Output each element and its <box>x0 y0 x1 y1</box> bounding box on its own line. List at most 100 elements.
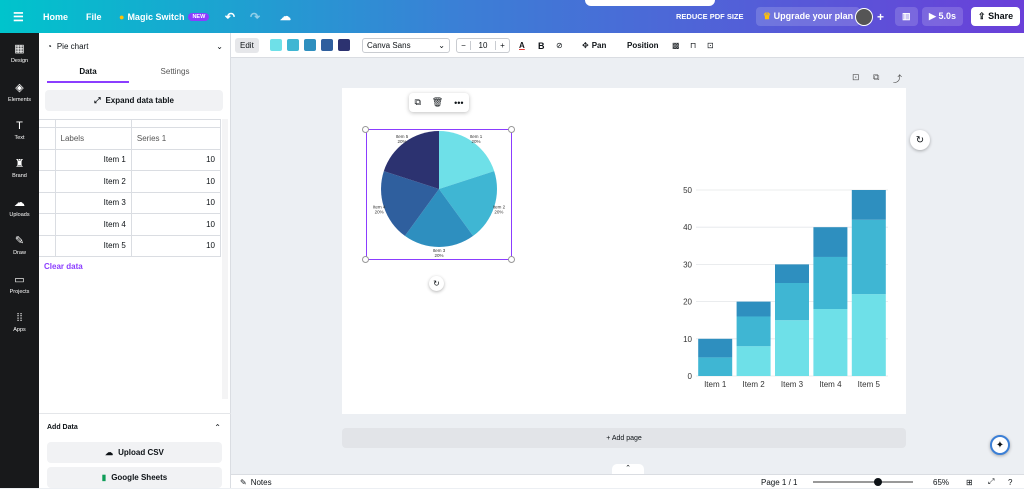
position-button[interactable]: Position <box>627 38 659 53</box>
copy-icon[interactable]: ⧉ <box>414 97 420 108</box>
refresh-icon[interactable]: ↻ <box>910 130 930 150</box>
table-scrollbar[interactable] <box>222 119 228 399</box>
bar-segment[interactable] <box>851 219 886 295</box>
trash-icon[interactable]: 🗑 <box>432 97 443 108</box>
table-cell[interactable]: 10 <box>130 170 222 193</box>
bar-segment[interactable] <box>813 256 848 310</box>
table-cell[interactable]: 10 <box>130 148 222 171</box>
table-cell[interactable]: Item 2 <box>54 170 132 193</box>
page-indicator[interactable]: Page 1 / 1 <box>761 475 797 489</box>
bar-segment[interactable] <box>775 320 809 376</box>
fullscreen-icon[interactable]: ⤢ <box>988 475 994 489</box>
tab-data[interactable]: Data <box>47 67 129 83</box>
bar-segment[interactable] <box>736 346 771 376</box>
analytics-icon[interactable]: ▥ <box>895 7 918 26</box>
chart-type-select[interactable]: ◔ Pie chart ⌄ <box>47 39 223 53</box>
bar-segment[interactable] <box>813 309 848 376</box>
home-button[interactable]: Home <box>43 0 68 33</box>
color-swatch-2[interactable] <box>287 39 299 51</box>
increase-font-icon[interactable]: + <box>495 41 509 50</box>
grid-view-icon[interactable]: ⊞ <box>966 475 973 489</box>
column-header-series[interactable]: Series 1 <box>130 127 222 150</box>
bar-segment[interactable] <box>813 227 848 257</box>
table-cell[interactable]: Item 5 <box>54 234 132 257</box>
clear-data-link[interactable]: Clear data <box>44 262 83 271</box>
bar-segment[interactable] <box>775 283 809 321</box>
file-menu[interactable]: File <box>86 0 102 33</box>
zoom-level[interactable]: 65% <box>933 475 949 489</box>
rail-apps[interactable]: ⁞⁞ Apps <box>0 312 39 333</box>
expand-table-button[interactable]: ⤢ Expand data table <box>45 90 223 111</box>
lock-icon[interactable]: ⊡ <box>707 38 714 53</box>
table-cell[interactable]: Item 1 <box>54 148 132 171</box>
chevron-up-icon[interactable]: ⌃ <box>612 464 644 474</box>
magic-switch-button[interactable]: ● Magic Switch NEW <box>119 0 210 33</box>
table-cell[interactable]: 10 <box>130 191 222 214</box>
selection-box[interactable] <box>366 129 512 260</box>
rail-text[interactable]: T Text <box>0 120 39 141</box>
rail-design[interactable]: ▦ Design <box>0 43 39 64</box>
reduce-pdf-button[interactable]: REDUCE PDF SIZE <box>676 0 744 33</box>
font-size-value[interactable]: 10 <box>471 41 495 50</box>
bar-segment[interactable] <box>851 294 886 376</box>
notes-button[interactable]: ✎ Notes <box>240 475 272 489</box>
redo-icon[interactable]: ↷ <box>250 0 260 33</box>
resize-handle[interactable] <box>362 126 369 133</box>
rail-uploads[interactable]: ☁ Uploads <box>0 197 39 218</box>
upload-csv-button[interactable]: ☁ Upload CSV <box>47 442 222 463</box>
paint-format-icon[interactable]: ⊓ <box>690 38 696 53</box>
rail-brand[interactable]: ♜ Brand <box>0 158 39 179</box>
bar-segment[interactable] <box>775 264 809 283</box>
rail-projects[interactable]: ▭ Projects <box>0 274 39 295</box>
chevron-up-icon[interactable]: ⌃ <box>214 423 221 432</box>
pan-button[interactable]: ✥ Pan <box>582 38 606 53</box>
bar-segment[interactable] <box>736 316 771 347</box>
table-cell[interactable] <box>54 119 132 128</box>
add-page-button[interactable]: + Add page <box>342 428 906 448</box>
eyedropper-icon[interactable]: ⊘ <box>556 38 563 53</box>
present-button[interactable]: ▶ 5.0s <box>922 7 963 26</box>
color-swatch-4[interactable] <box>321 39 333 51</box>
color-swatch-3[interactable] <box>304 39 316 51</box>
rotate-icon[interactable]: ↻ <box>429 276 444 291</box>
google-sheets-button[interactable]: ▮ Google Sheets <box>47 467 222 488</box>
bar-segment[interactable] <box>698 357 733 376</box>
upgrade-button[interactable]: ♛ Upgrade your plan <box>756 7 861 26</box>
bold-icon[interactable]: B <box>538 38 545 53</box>
decrease-font-icon[interactable]: − <box>457 41 471 50</box>
bar-segment[interactable] <box>851 190 886 220</box>
duplicate-page-icon[interactable]: ⧉ <box>873 72 879 83</box>
table-cell[interactable] <box>130 119 222 128</box>
font-select[interactable]: Canva Sans ⌄ <box>362 38 450 53</box>
bar-segment[interactable] <box>736 301 771 317</box>
resize-handle[interactable] <box>508 256 515 263</box>
resize-handle[interactable] <box>508 126 515 133</box>
table-cell[interactable]: 10 <box>130 234 222 257</box>
edit-button[interactable]: Edit <box>235 38 259 53</box>
text-color-icon[interactable]: A <box>519 38 525 53</box>
zoom-slider-knob[interactable] <box>874 478 882 486</box>
avatar[interactable] <box>855 7 873 26</box>
add-page-icon[interactable]: ⤴ <box>893 72 902 85</box>
undo-icon[interactable]: ↶ <box>225 0 235 33</box>
color-swatch-1[interactable] <box>270 39 282 51</box>
table-cell[interactable]: 10 <box>130 213 222 236</box>
rail-elements[interactable]: ◈ Elements <box>0 82 39 103</box>
rail-draw[interactable]: ✎ Draw <box>0 235 39 256</box>
add-collaborator-icon[interactable]: + <box>877 0 884 33</box>
cloud-save-icon[interactable]: ☁ <box>280 0 291 33</box>
lock-page-icon[interactable]: ⊡ <box>852 72 860 83</box>
table-cell[interactable]: Item 3 <box>54 191 132 214</box>
help-icon[interactable]: ? <box>1008 475 1012 489</box>
transparency-icon[interactable]: ▩ <box>672 38 680 53</box>
color-swatch-5[interactable] <box>338 39 350 51</box>
column-header-labels[interactable]: Labels <box>54 127 132 150</box>
font-size-stepper[interactable]: − 10 + <box>456 38 510 53</box>
resize-handle[interactable] <box>362 256 369 263</box>
tab-settings[interactable]: Settings <box>134 67 216 76</box>
zoom-slider[interactable] <box>813 478 913 486</box>
bar-segment[interactable] <box>698 338 733 358</box>
share-button[interactable]: ⇪ Share <box>971 7 1021 26</box>
more-icon[interactable]: ••• <box>454 98 463 108</box>
menu-icon[interactable]: ☰ <box>13 0 24 33</box>
